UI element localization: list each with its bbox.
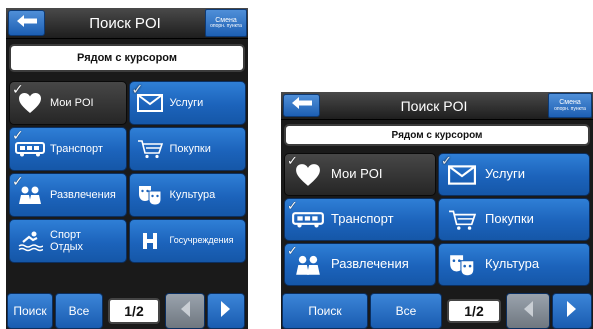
arrow-left-icon bbox=[16, 14, 38, 33]
check-icon: ✓ bbox=[287, 153, 298, 168]
back-button[interactable] bbox=[283, 94, 320, 117]
category-label: Развлечения bbox=[331, 256, 409, 272]
page-indicator-value: 1/2 bbox=[108, 298, 160, 324]
poi-search-screen-wide: Поиск POI Смена опорн. пункта Рядом с ку… bbox=[281, 92, 593, 329]
shopping-cart-icon bbox=[439, 199, 485, 240]
bottom-bar: Поиск Все 1/2 bbox=[6, 293, 248, 329]
header-bar: Поиск POI Смена опорн. пункта bbox=[6, 8, 248, 39]
change-reference-point-button[interactable]: Смена опорн. пункта bbox=[205, 9, 247, 37]
check-icon: ✓ bbox=[12, 81, 24, 97]
category-label: Развлечения bbox=[50, 188, 116, 201]
search-button[interactable]: Поиск bbox=[282, 293, 368, 329]
category-grid: ✓ Мои POI ✓ Услуги ✓ Транспорт Покупки ✓… bbox=[9, 81, 246, 263]
page-title: Поиск POI bbox=[89, 14, 161, 32]
arrow-right-icon bbox=[566, 300, 578, 323]
category-label: Транспорт bbox=[50, 142, 103, 155]
check-icon: ✓ bbox=[441, 153, 452, 168]
category-government[interactable]: Госучреждения bbox=[128, 219, 246, 263]
category-entertainment[interactable]: ✓ Развлечения bbox=[284, 243, 436, 286]
search-button[interactable]: Поиск bbox=[7, 293, 53, 329]
category-label: Услуги bbox=[485, 166, 525, 182]
near-cursor-button[interactable]: Рядом с курсором bbox=[284, 124, 590, 146]
category-culture[interactable]: Культура bbox=[438, 243, 590, 286]
check-icon: ✓ bbox=[12, 173, 24, 189]
swimmer-icon bbox=[10, 220, 50, 262]
category-sport[interactable]: Спорт Отдых bbox=[9, 219, 127, 263]
change-reference-point-button[interactable]: Смена опорн. пункта bbox=[548, 93, 592, 118]
next-page-button[interactable] bbox=[552, 293, 592, 329]
page-indicator: 1/2 bbox=[105, 293, 163, 329]
category-services[interactable]: ✓ Услуги bbox=[438, 153, 590, 196]
previous-page-button[interactable] bbox=[165, 293, 205, 329]
category-label: Культура bbox=[485, 256, 540, 272]
category-entertainment[interactable]: ✓ Развлечения bbox=[9, 173, 127, 217]
previous-page-button[interactable] bbox=[506, 293, 550, 329]
arrow-left-icon bbox=[179, 300, 191, 323]
category-label: Услуги bbox=[169, 96, 204, 109]
change-label-line2: опорн. пункта bbox=[210, 23, 242, 30]
change-label-line2: опорн. пункта bbox=[554, 105, 586, 112]
category-transport[interactable]: ✓ Транспорт bbox=[284, 198, 436, 241]
category-label: Транспорт bbox=[331, 211, 394, 227]
category-label: Мои POI bbox=[331, 166, 383, 182]
poi-search-screen-large: Поиск POI Смена опорн. пункта Рядом с ку… bbox=[6, 8, 248, 329]
all-button[interactable]: Все bbox=[370, 293, 442, 329]
arrow-left-icon bbox=[291, 96, 313, 115]
all-button[interactable]: Все bbox=[55, 293, 103, 329]
page-title: Поиск POI bbox=[400, 97, 468, 114]
theater-masks-icon bbox=[439, 244, 485, 285]
category-grid: ✓ Мои POI ✓ Услуги ✓ Транспорт Покупки ✓… bbox=[284, 153, 590, 286]
category-label: Покупки bbox=[485, 211, 534, 227]
category-label: Покупки bbox=[169, 142, 211, 155]
check-icon: ✓ bbox=[131, 81, 144, 97]
category-culture[interactable]: Культура bbox=[128, 173, 246, 217]
next-page-button[interactable] bbox=[207, 293, 245, 329]
category-shopping[interactable]: Покупки bbox=[128, 127, 246, 171]
check-icon: ✓ bbox=[287, 198, 298, 213]
arrow-left-icon bbox=[522, 300, 534, 323]
category-services[interactable]: ✓ Услуги bbox=[128, 81, 246, 125]
category-my-poi[interactable]: ✓ Мои POI bbox=[284, 153, 436, 196]
page-indicator: 1/2 bbox=[444, 293, 504, 329]
category-transport[interactable]: ✓ Транспорт bbox=[9, 127, 127, 171]
category-my-poi[interactable]: ✓ Мои POI bbox=[9, 81, 127, 125]
check-icon: ✓ bbox=[12, 127, 24, 143]
near-cursor-button[interactable]: Рядом с курсором bbox=[9, 44, 245, 72]
header-bar: Поиск POI Смена опорн. пункта bbox=[281, 92, 593, 120]
theater-masks-icon bbox=[130, 174, 170, 216]
check-icon: ✓ bbox=[287, 243, 298, 258]
back-button[interactable] bbox=[8, 10, 45, 36]
page-indicator-value: 1/2 bbox=[447, 299, 501, 323]
bottom-bar: Поиск Все 1/2 bbox=[281, 293, 593, 329]
shopping-cart-icon bbox=[130, 128, 170, 170]
category-label: Культура bbox=[169, 188, 216, 201]
arrow-right-icon bbox=[220, 300, 232, 323]
category-label: Госучреждения bbox=[169, 235, 234, 246]
category-shopping[interactable]: Покупки bbox=[438, 198, 590, 241]
category-label: Спорт Отдых bbox=[50, 228, 84, 253]
hospital-h-icon bbox=[130, 220, 170, 262]
category-label: Мои POI bbox=[50, 96, 94, 109]
